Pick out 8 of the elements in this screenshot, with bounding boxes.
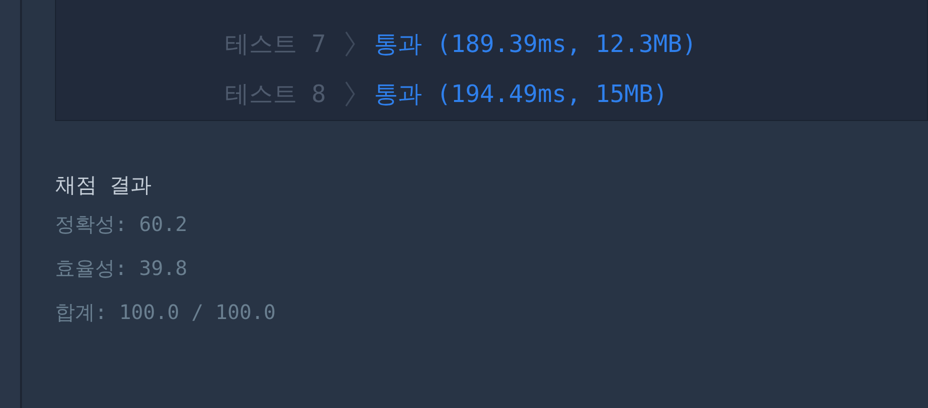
test-result: 통과 (194.49ms, 15MB)	[374, 79, 668, 110]
grading-title: 채점 결과	[55, 172, 153, 199]
test-result: 통과 (189.39ms, 12.3MB)	[374, 29, 697, 60]
score-line: 효율성: 39.8	[55, 255, 188, 282]
chevron-icon	[344, 31, 356, 57]
chevron-icon	[344, 81, 356, 107]
score-line: 정확성: 60.2	[55, 211, 188, 238]
score-line: 합계: 100.0 / 100.0	[55, 299, 277, 326]
